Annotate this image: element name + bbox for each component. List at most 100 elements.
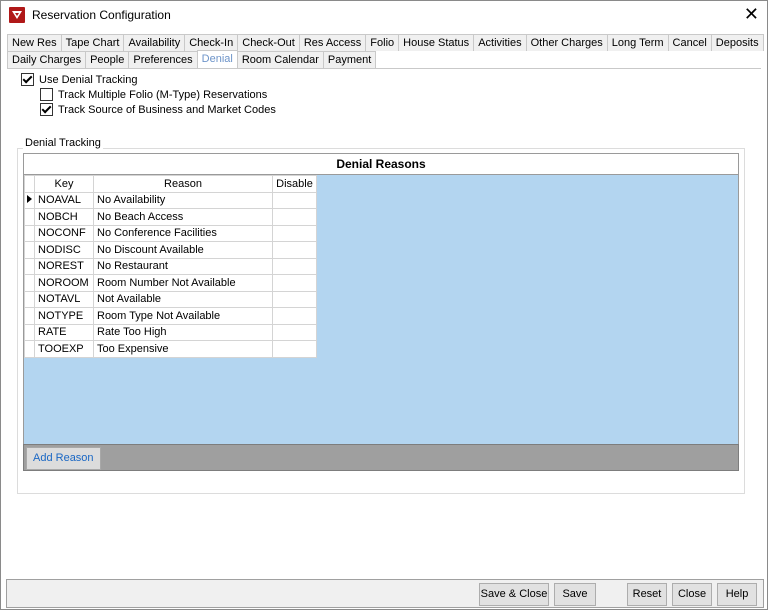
disable-cell[interactable] [272, 323, 317, 341]
disable-cell[interactable] [272, 208, 317, 226]
table-row[interactable]: NODISC No Discount Available [24, 241, 317, 259]
app-icon [9, 7, 25, 23]
current-row-arrow-icon [27, 195, 32, 204]
key-cell[interactable]: NOAVAL [34, 191, 94, 209]
key-cell[interactable]: NODISC [34, 241, 94, 259]
reason-cell[interactable]: Not Available [93, 290, 273, 308]
disable-cell[interactable] [272, 340, 317, 358]
table-header-row: Key Reason Disable [24, 175, 317, 193]
tab-house-status[interactable]: House Status [398, 34, 475, 51]
row-indicator[interactable] [24, 257, 35, 275]
reset-button[interactable]: Reset [627, 583, 667, 606]
reason-cell[interactable]: No Discount Available [93, 241, 273, 259]
reason-cell[interactable]: No Restaurant [93, 257, 273, 275]
disable-cell[interactable] [272, 257, 317, 275]
tab-row-2: Daily Charges People Preferences Denial Room… [7, 50, 377, 69]
row-indicator[interactable] [24, 290, 35, 308]
row-indicator[interactable] [24, 224, 35, 242]
tab-payment[interactable]: Payment [322, 51, 377, 68]
key-cell[interactable]: NOBCH [34, 208, 94, 226]
help-button[interactable]: Help [717, 583, 757, 606]
disable-cell[interactable] [272, 224, 317, 242]
row-indicator[interactable] [24, 323, 35, 341]
reason-column-header[interactable]: Reason [93, 175, 273, 193]
tab-res-access[interactable]: Res Access [298, 34, 367, 51]
tab-check-out[interactable]: Check-Out [237, 34, 300, 51]
tab-other-charges[interactable]: Other Charges [525, 34, 608, 51]
track-multiple-folio-label: Track Multiple Folio (M-Type) Reservatio… [58, 88, 268, 101]
tab-long-term[interactable]: Long Term [606, 34, 669, 51]
tab-row-1: New Res Tape Chart Availability Check-In Che… [7, 34, 764, 51]
key-cell[interactable]: TOOEXP [34, 340, 94, 358]
save-close-button[interactable]: Save & Close [479, 583, 549, 606]
key-cell[interactable]: NOREST [34, 257, 94, 275]
reason-cell[interactable]: No Beach Access [93, 208, 273, 226]
save-button[interactable]: Save [554, 583, 596, 606]
close-button[interactable]: Close [672, 583, 712, 606]
row-indicator[interactable] [24, 191, 35, 209]
tab-activities[interactable]: Activities [473, 34, 527, 51]
table-row[interactable]: TOOEXP Too Expensive [24, 340, 317, 358]
key-cell[interactable]: NOTYPE [34, 307, 94, 325]
row-indicator[interactable] [24, 208, 35, 226]
tab-cancel[interactable]: Cancel [667, 34, 712, 51]
tab-folio[interactable]: Folio [365, 34, 400, 51]
disable-cell[interactable] [272, 274, 317, 292]
track-multiple-folio-option[interactable]: Track Multiple Folio (M-Type) Reservatio… [40, 88, 267, 101]
key-cell[interactable]: NOROOM [34, 274, 94, 292]
denial-tracking-legend: Denial Tracking [23, 137, 103, 149]
disable-cell[interactable] [272, 290, 317, 308]
disable-cell[interactable] [272, 241, 317, 259]
reason-cell[interactable]: Room Type Not Available [93, 307, 273, 325]
reason-cell[interactable]: No Availability [93, 191, 273, 209]
title-bar: Reservation Configuration ✕ [1, 1, 767, 29]
table-row[interactable]: NOAVAL No Availability [24, 191, 317, 209]
tab-denial[interactable]: Denial [196, 50, 238, 69]
denial-reasons-grid[interactable]: Denial Reasons Key Reason Disable NOAVAL… [23, 153, 739, 445]
key-column-header[interactable]: Key [34, 175, 94, 193]
reason-cell[interactable]: Rate Too High [93, 323, 273, 341]
table-row[interactable]: NOBCH No Beach Access [24, 208, 317, 226]
track-source-label: Track Source of Business and Market Code… [58, 103, 276, 116]
reason-cell[interactable]: Too Expensive [93, 340, 273, 358]
track-multiple-folio-checkbox[interactable] [40, 88, 53, 101]
use-denial-tracking-option[interactable]: Use Denial Tracking [21, 73, 137, 86]
tab-room-calendar[interactable]: Room Calendar [236, 51, 324, 68]
row-indicator-header [24, 175, 35, 193]
key-cell[interactable]: NOCONF [34, 224, 94, 242]
table-row[interactable]: RATE Rate Too High [24, 323, 317, 341]
tab-tape-chart[interactable]: Tape Chart [60, 34, 125, 51]
tab-check-in[interactable]: Check-In [184, 34, 239, 51]
key-cell[interactable]: NOTAVL [34, 290, 94, 308]
tab-deposits[interactable]: Deposits [710, 34, 764, 51]
reservation-config-window: Reservation Configuration ✕ New Res Tape … [0, 0, 768, 610]
tab-preferences[interactable]: Preferences [128, 51, 198, 68]
disable-cell[interactable] [272, 191, 317, 209]
reason-cell[interactable]: Room Number Not Available [93, 274, 273, 292]
grid-footer-bar: Add Reason [23, 444, 739, 471]
tab-people[interactable]: People [85, 51, 130, 68]
disable-cell[interactable] [272, 307, 317, 325]
reason-cell[interactable]: No Conference Facilities [93, 224, 273, 242]
table-row[interactable]: NOTAVL Not Available [24, 290, 317, 308]
use-denial-tracking-checkbox[interactable] [21, 73, 34, 86]
close-icon[interactable]: ✕ [744, 5, 759, 23]
table-row[interactable]: NOTYPE Room Type Not Available [24, 307, 317, 325]
table-row[interactable]: NOROOM Room Number Not Available [24, 274, 317, 292]
tab-daily-charges[interactable]: Daily Charges [7, 51, 87, 68]
row-indicator[interactable] [24, 241, 35, 259]
track-source-checkbox[interactable] [40, 103, 53, 116]
track-source-option[interactable]: Track Source of Business and Market Code… [40, 103, 276, 116]
denial-reasons-table: Key Reason Disable NOAVAL No Availability… [24, 175, 317, 358]
add-reason-button[interactable]: Add Reason [26, 447, 101, 470]
row-indicator[interactable] [24, 307, 35, 325]
use-denial-tracking-label: Use Denial Tracking [39, 73, 138, 86]
table-row[interactable]: NOREST No Restaurant [24, 257, 317, 275]
row-indicator[interactable] [24, 274, 35, 292]
tab-availability[interactable]: Availability [123, 34, 186, 51]
tab-new-res[interactable]: New Res [7, 34, 62, 51]
disable-column-header[interactable]: Disable [272, 175, 317, 193]
table-row[interactable]: NOCONF No Conference Facilities [24, 224, 317, 242]
row-indicator[interactable] [24, 340, 35, 358]
key-cell[interactable]: RATE [34, 323, 94, 341]
